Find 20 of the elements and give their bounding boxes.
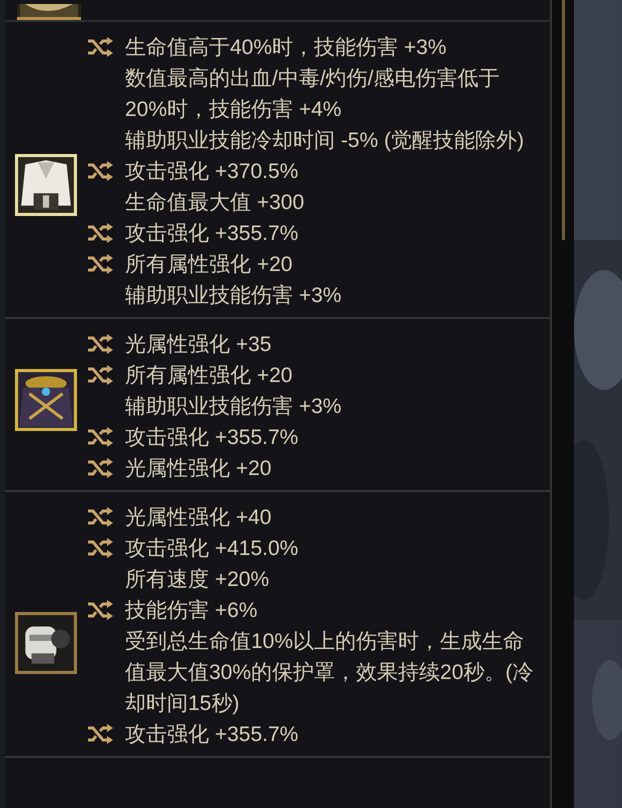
stat-text: 所有属性强化 +20 — [124, 363, 294, 389]
stat-text: 光属性强化 +35 — [124, 332, 272, 358]
stat-text: 光属性强化 +20 — [124, 456, 272, 482]
stat-text: 数值最高的出血/中毒/灼伤/感电伤害低于20%时，技能伤害 +4% — [124, 66, 500, 123]
stat-text: 所有速度 +20% — [124, 567, 270, 593]
stat-text: 攻击强化 +355.7% — [124, 221, 300, 247]
stat-text: 辅助职业技能伤害 +3% — [124, 283, 342, 309]
stat-text: 辅助职业技能冷却时间 -5% (觉醒技能除外) — [124, 128, 525, 154]
stat-text: 辅助职业技能伤害 +3% — [124, 394, 342, 420]
stat-text: 技能伤害 +6% — [124, 598, 258, 624]
stat-text: 生命值高于40%时，技能伤害 +3% — [124, 35, 448, 61]
stat-text: 攻击强化 +415.0% — [124, 536, 300, 562]
stat-text: 光属性强化 +40 — [124, 505, 272, 531]
stat-text: 攻击强化 +370.5% — [124, 159, 300, 185]
scrollbar[interactable] — [562, 0, 565, 240]
stat-text: 生命值最大值 +300 — [124, 190, 306, 216]
stat-text: 受到总生命值10%以上的伤害时，生成生命值最大值30%的保护罩，效果持续20秒。(冷却时间15秒) — [124, 629, 534, 717]
stat-text: 攻击强化 +355.7% — [124, 722, 300, 748]
stat-text: 所有属性强化 +20 — [124, 252, 294, 278]
stat-text: 攻击强化 +355.7% — [124, 425, 300, 451]
